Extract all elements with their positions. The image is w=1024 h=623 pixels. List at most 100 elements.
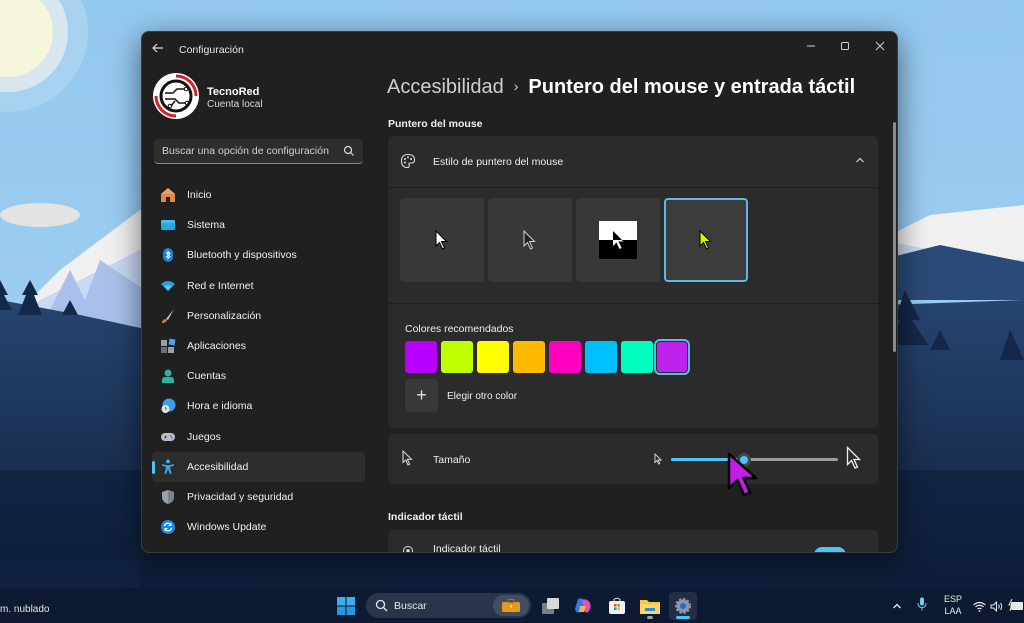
sidebar-item-privacidad[interactable]: Privacidad y seguridad [152, 482, 365, 512]
sidebar-item-bluetooth[interactable]: Bluetooth y dispositivos [152, 240, 365, 270]
task-view-button[interactable] [537, 592, 565, 620]
cursor-white-icon [435, 230, 448, 250]
taskbar-search-label: Buscar [394, 600, 427, 612]
store-icon [609, 597, 625, 614]
accounts-icon [162, 369, 174, 384]
brush-icon [162, 308, 174, 323]
sidebar-item-aplicaciones[interactable]: Aplicaciones [152, 331, 365, 361]
battery-button[interactable] [1008, 598, 1024, 616]
wifi-icon [161, 280, 175, 291]
taskbar-search[interactable]: Buscar [366, 593, 531, 618]
taskbar: m. nublado Buscar ESP LAA [0, 588, 1024, 623]
color-swatch[interactable] [549, 341, 581, 373]
profile-name: TecnoRed [207, 86, 260, 98]
minimize-button[interactable] [794, 36, 828, 58]
selection-indicator [152, 460, 155, 474]
color-swatch[interactable] [621, 341, 653, 373]
sidebar-item-label: Windows Update [187, 521, 267, 534]
pointer-size-card: Tamaño [388, 434, 878, 484]
gamepad-icon [161, 432, 175, 441]
color-swatch[interactable] [441, 341, 473, 373]
add-color-button[interactable]: + [405, 379, 438, 412]
battery-charging-icon [1008, 598, 1023, 612]
color-swatch[interactable] [654, 339, 690, 375]
pointer-style-inverted[interactable] [576, 198, 660, 282]
pointer-style-header[interactable]: Estilo de puntero del mouse [388, 136, 878, 187]
back-button[interactable] [152, 42, 168, 56]
maximize-button[interactable] [828, 36, 862, 58]
pointer-style-custom[interactable] [664, 198, 748, 282]
color-swatch[interactable] [585, 341, 617, 373]
choose-other-color-link[interactable]: Elegir otro color [447, 391, 517, 402]
weather-widget[interactable]: m. nublado [0, 604, 49, 615]
sidebar-item-cuentas[interactable]: Cuentas [152, 361, 365, 391]
sidebar-item-accesibilidad[interactable]: Accesibilidad [152, 451, 365, 482]
sidebar-item-personalizacion[interactable]: Personalización [152, 301, 365, 331]
sidebar-item-label: Juegos [187, 430, 221, 443]
divider [388, 303, 878, 304]
color-swatch[interactable] [513, 341, 545, 373]
briefcase-icon [502, 599, 520, 612]
touch-indicator-toggle[interactable] [814, 547, 846, 552]
color-swatch[interactable] [477, 341, 509, 373]
pointer-size-slider[interactable] [671, 447, 863, 473]
sidebar-item-inicio[interactable]: Inicio [152, 180, 365, 210]
time-language-icon [161, 398, 176, 414]
sidebar-item-sistema[interactable]: Sistema [152, 210, 365, 240]
sidebar-item-hora-idioma[interactable]: Hora e idioma [152, 391, 365, 421]
avatar [153, 73, 199, 119]
sidebar-item-label: Red e Internet [187, 279, 254, 292]
breadcrumb: Accesibilidad › Puntero del mouse y entrad… [387, 76, 855, 99]
sidebar-item-juegos[interactable]: Juegos [152, 422, 365, 452]
page-title: Puntero del mouse y entrada táctil [528, 76, 856, 98]
store-button[interactable] [603, 592, 631, 620]
pointer-size-label: Tamaño [433, 454, 471, 466]
start-button[interactable] [332, 592, 360, 620]
file-explorer-button[interactable] [636, 592, 664, 620]
recommended-colors-label: Colores recomendados [405, 323, 514, 335]
cursor-inverted-icon [599, 221, 637, 259]
pointer-style-card: Estilo de puntero del mouse Colores reco… [388, 136, 878, 428]
sidebar-item-windows-update[interactable]: Windows Update [152, 512, 365, 542]
microphone-button[interactable] [917, 597, 927, 616]
search-highlight[interactable] [493, 595, 529, 616]
active-indicator [676, 616, 690, 619]
volume-button[interactable] [990, 599, 1004, 617]
folder-icon [640, 600, 660, 614]
copilot-button[interactable] [569, 592, 597, 620]
close-button[interactable] [863, 36, 897, 58]
network-button[interactable] [973, 599, 986, 617]
system-icon [161, 220, 175, 231]
sidebar-item-label: Accesibilidad [187, 460, 249, 473]
copilot-icon [575, 598, 591, 613]
gear-icon [675, 598, 691, 614]
shield-icon [162, 489, 174, 504]
settings-search[interactable] [154, 139, 363, 164]
home-icon [161, 188, 175, 202]
arrow-left-icon [152, 43, 163, 53]
breadcrumb-parent-link[interactable]: Accesibilidad [387, 76, 504, 98]
sidebar-item-label: Personalización [187, 309, 262, 322]
task-view-icon [542, 598, 559, 614]
cursor-small-icon [654, 453, 663, 465]
windows-logo-icon [337, 597, 355, 615]
show-hidden-icons-button[interactable] [892, 598, 902, 616]
pointer-style-white[interactable] [400, 198, 484, 282]
update-icon [161, 520, 175, 535]
settings-window: Configuración TecnoRed Cuenta local Busc… [141, 31, 898, 553]
sidebar-item-label: Bluetooth y dispositivos [187, 249, 297, 262]
search-icon [343, 145, 354, 156]
sidebar-item-label: Sistema [187, 219, 225, 232]
search-input[interactable] [162, 139, 342, 163]
sidebar-item-red[interactable]: Red e Internet [152, 271, 365, 301]
apps-icon [161, 338, 176, 353]
input-language-indicator[interactable]: ESP LAA [940, 593, 966, 617]
scrollbar[interactable] [893, 122, 896, 352]
account-type: Cuenta local [207, 99, 263, 110]
close-icon [875, 41, 885, 51]
pointer-style-black[interactable] [488, 198, 572, 282]
pointer-style-title: Estilo de puntero del mouse [433, 156, 564, 168]
accessibility-icon [162, 459, 174, 474]
settings-taskbar-button[interactable] [669, 592, 697, 620]
color-swatch[interactable] [405, 341, 437, 373]
